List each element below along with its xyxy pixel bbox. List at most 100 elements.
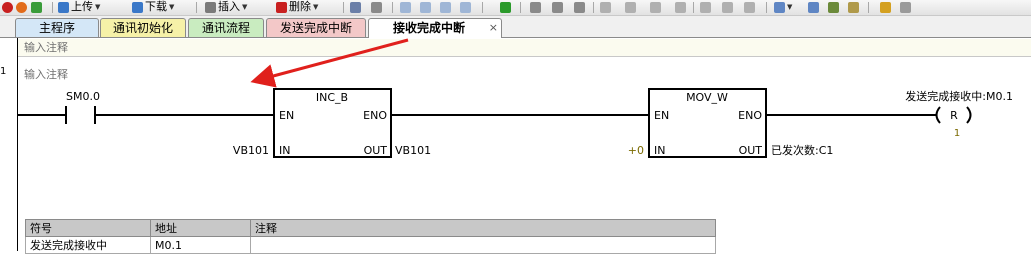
- edit-button[interactable]: [828, 0, 839, 14]
- toolbar-separator: [693, 2, 694, 13]
- symbol-table: 符号 地址 注释 发送完成接收中 M0.1: [25, 219, 716, 254]
- branch-icon: [744, 1, 755, 13]
- table-button[interactable]: [808, 0, 819, 14]
- branch-button-2[interactable]: [722, 0, 733, 14]
- comment-icon: [848, 1, 859, 13]
- caret-down-icon: ▼: [169, 3, 175, 11]
- contact-operand[interactable]: SM0.0: [66, 90, 100, 103]
- tab-main-program[interactable]: 主程序: [15, 18, 99, 37]
- ladder-line-button[interactable]: [675, 0, 686, 14]
- ladder-editor[interactable]: 输入注释 1 输入注释 SM0.0 INC_B EN ENO IN OUT VB…: [0, 38, 1031, 254]
- tab-receive-complete-interrupt[interactable]: 接收完成中断 ×: [368, 18, 502, 38]
- coil-operand[interactable]: 发送完成接收中:M0.1: [905, 89, 1013, 103]
- lock-button-3[interactable]: [574, 0, 585, 14]
- caret-down-icon: ▼: [313, 3, 319, 11]
- inc-b-in-operand[interactable]: VB101: [233, 144, 269, 157]
- toolbar-separator: [482, 2, 483, 13]
- line-icon: [675, 1, 686, 13]
- mov-w-out-operand[interactable]: 已发次数:C1: [771, 143, 833, 157]
- column-header-comment[interactable]: 注释: [250, 219, 716, 237]
- table-icon: [808, 1, 819, 13]
- tab-send-complete-interrupt[interactable]: 发送完成中断: [266, 18, 366, 37]
- ladder-contact-button[interactable]: [600, 0, 611, 14]
- insert-icon: [205, 1, 216, 13]
- view-button-4[interactable]: [460, 0, 471, 14]
- inc-b-out-operand[interactable]: VB101: [395, 144, 431, 157]
- column-header-symbol[interactable]: 符号: [25, 219, 151, 237]
- caret-down-icon: ▼: [95, 3, 101, 11]
- coil-type: R: [950, 109, 958, 122]
- tab-comm-init[interactable]: 通讯初始化: [100, 18, 186, 37]
- stop-icon: [2, 1, 13, 13]
- lock-button-2[interactable]: [552, 0, 563, 14]
- properties-button[interactable]: [880, 0, 891, 14]
- checkmark-icon: [31, 1, 42, 13]
- toolbar-separator: [343, 2, 344, 13]
- tab-label: 接收完成中断: [393, 21, 466, 35]
- coil-count[interactable]: 1: [954, 128, 960, 139]
- coil-right-arc: [966, 106, 972, 124]
- view-button-1[interactable]: [400, 0, 411, 14]
- pencil-icon: [828, 1, 839, 13]
- view-button-3[interactable]: [440, 0, 451, 14]
- pou-tab-bar: 主程序 通讯初始化 通讯流程 发送完成中断 接收完成中断 ×: [0, 16, 1031, 38]
- mov-w-name: MOV_W: [686, 91, 728, 104]
- insert-button[interactable]: 插入 ▼: [205, 0, 247, 14]
- status-button[interactable]: [371, 0, 382, 14]
- debug-button[interactable]: [350, 0, 361, 14]
- branch-icon: [722, 1, 733, 13]
- check-button[interactable]: [31, 0, 42, 14]
- insert-element-button[interactable]: ▼: [774, 0, 792, 14]
- close-icon[interactable]: ×: [489, 19, 498, 37]
- toolbar-separator: [196, 2, 197, 13]
- branch-button-1[interactable]: [700, 0, 711, 14]
- tab-label: 通讯流程: [201, 21, 250, 35]
- delete-label: 删除: [289, 0, 311, 13]
- window-icon: [440, 1, 451, 13]
- stop-button[interactable]: [2, 0, 13, 14]
- toolbar-separator: [868, 2, 869, 13]
- delete-icon: [276, 1, 287, 13]
- lock-icon: [530, 1, 541, 13]
- compile-button[interactable]: [16, 0, 27, 14]
- notes-icon: [900, 1, 911, 13]
- toolbar-separator: [766, 2, 767, 13]
- tab-comm-flow[interactable]: 通讯流程: [188, 18, 264, 37]
- annotation-arrow: [250, 38, 409, 88]
- download-button[interactable]: 下载 ▼: [132, 0, 174, 14]
- comment-button[interactable]: [848, 0, 859, 14]
- toolbar: 上传 ▼ 下载 ▼ 插入 ▼ 删除 ▼ ▼: [0, 0, 1031, 16]
- window-icon: [400, 1, 411, 13]
- delete-button[interactable]: 删除 ▼: [276, 0, 318, 14]
- view-button-2[interactable]: [420, 0, 431, 14]
- mov-w-eno: ENO: [738, 109, 762, 122]
- upload-button[interactable]: 上传 ▼: [58, 0, 100, 14]
- ladder-coil-button[interactable]: [625, 0, 636, 14]
- symbol-table-header: 符号 地址 注释: [25, 219, 716, 237]
- mov-w-in-operand[interactable]: +0: [628, 144, 644, 157]
- next-button[interactable]: [500, 0, 511, 14]
- mov-w-in: IN: [654, 144, 665, 157]
- inc-b-en: EN: [279, 109, 294, 122]
- column-header-address[interactable]: 地址: [150, 219, 251, 237]
- download-arrow-icon: [132, 1, 143, 13]
- toolbar-separator: [392, 2, 393, 13]
- properties-icon: [880, 1, 891, 13]
- caret-down-icon: ▼: [242, 3, 248, 11]
- mov-w-out: OUT: [739, 144, 763, 157]
- contact-icon: [600, 1, 611, 13]
- inc-b-out: OUT: [364, 144, 388, 157]
- lock-button-1[interactable]: [530, 0, 541, 14]
- toolbar-separator: [520, 2, 521, 13]
- mov-w-en: EN: [654, 109, 669, 122]
- box-icon: [650, 1, 661, 13]
- branch-icon: [700, 1, 711, 13]
- upload-arrow-icon: [58, 1, 69, 13]
- notes-button[interactable]: [900, 0, 911, 14]
- element-icon: [774, 1, 785, 13]
- ladder-box-button[interactable]: [650, 0, 661, 14]
- branch-button-3[interactable]: [744, 0, 755, 14]
- coil-icon: [625, 1, 636, 13]
- caret-down-icon: ▼: [787, 3, 793, 11]
- inc-b-in: IN: [279, 144, 290, 157]
